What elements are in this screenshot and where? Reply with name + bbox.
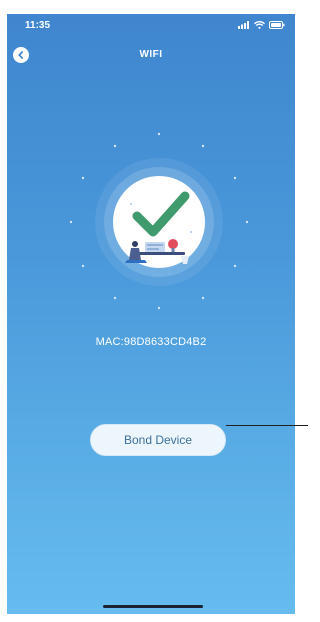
home-indicator — [103, 605, 203, 608]
callout-line — [226, 425, 308, 426]
signal-icon — [238, 21, 249, 29]
nav-bar: WIFI — [7, 42, 295, 66]
screenshot-frame: 11:35 WIFI MAC:98D8633CD4B2 Bond Device — [0, 0, 309, 622]
wifi-icon — [254, 21, 265, 29]
page-title: WIFI — [139, 49, 163, 60]
status-bar: 11:35 — [7, 14, 295, 36]
status-icons — [238, 21, 285, 29]
mac-address: MAC:98D8633CD4B2 — [95, 336, 207, 348]
bond-device-button[interactable]: Bond Device — [90, 424, 226, 456]
app-screen: 11:35 WIFI MAC:98D8633CD4B2 Bond Device — [7, 14, 295, 614]
status-time: 11:35 — [25, 20, 51, 31]
battery-icon — [269, 21, 285, 29]
success-illustration — [61, 124, 257, 320]
